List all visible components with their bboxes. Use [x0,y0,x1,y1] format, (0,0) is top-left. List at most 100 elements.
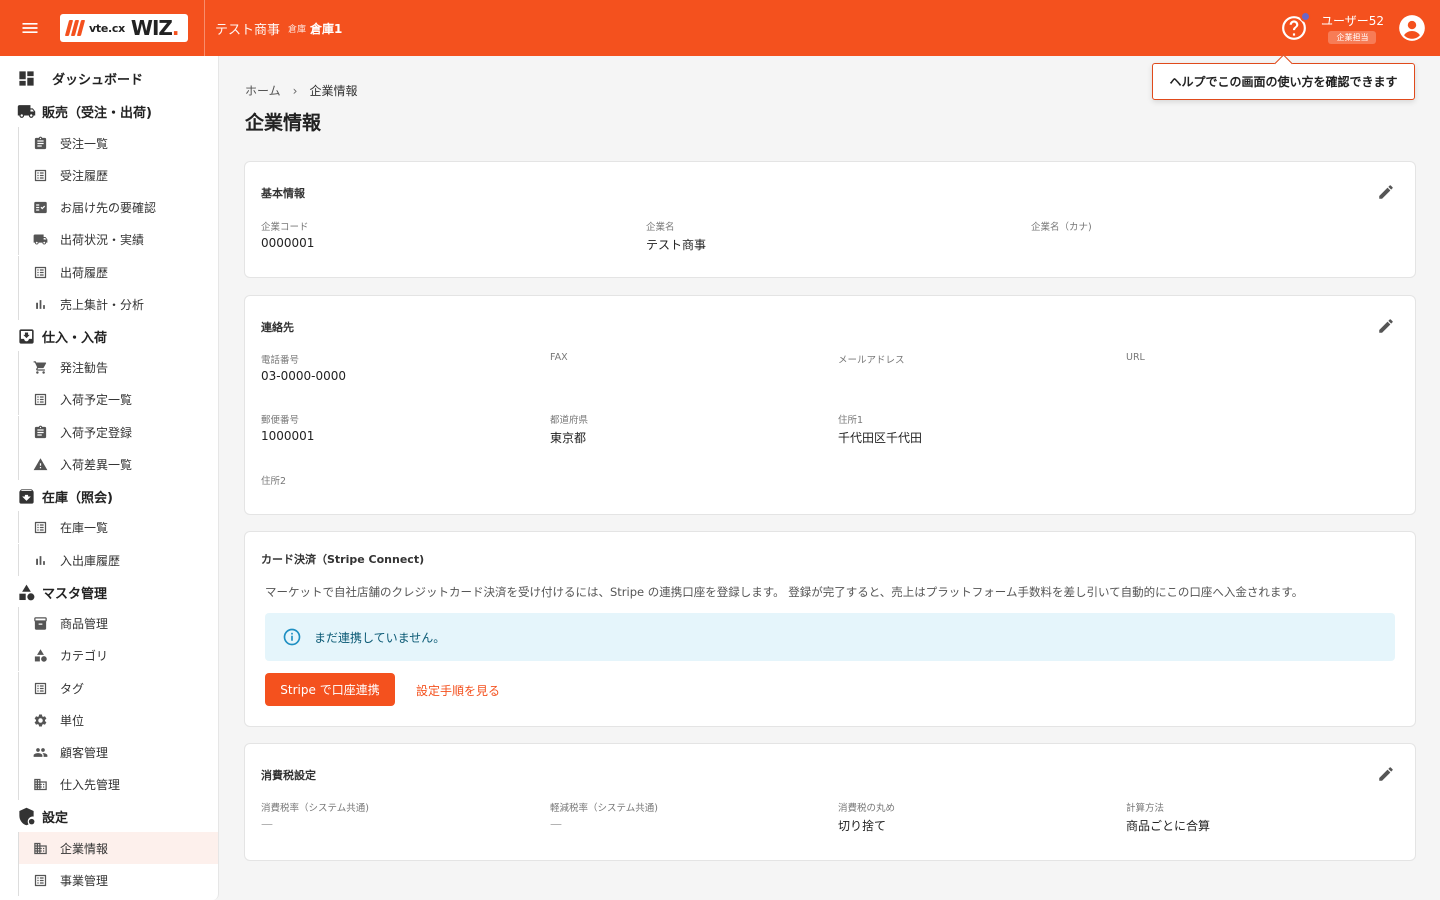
app-logo[interactable]: vte.cx WIZ. [60,14,188,42]
field-calc-method: 計算方法 商品ごとに合算 [1126,800,1210,834]
sidebar-item-arrival-diff[interactable]: 入荷差異一覧 [18,448,218,480]
sidebar-item-product[interactable]: 商品管理 [18,607,218,639]
stripe-connect-button[interactable]: Stripe で口座連携 [265,673,395,706]
notification-dot [1299,11,1311,22]
sidebar-item-stock-history[interactable]: 入出庫履歴 [18,544,218,576]
field-label: URL [1126,352,1145,363]
field-value: 千代田区千代田 [838,431,923,445]
logo-big-text: WIZ. [130,16,180,40]
sidebar-item-order-history[interactable]: 受注履歴 [18,159,218,191]
sidebar-item-label: 企業情報 [60,841,109,856]
sidebar-item-category[interactable]: カテゴリ [18,639,218,671]
sidebar-item-label: 仕入先管理 [60,777,121,792]
field-url: URL [1126,352,1145,366]
sidebar-group-stock[interactable]: 在庫（照会) [0,480,218,512]
sidebar-item-tag[interactable]: タグ [18,672,218,704]
sidebar-item-arrival-list[interactable]: 入荷予定一覧 [18,383,218,415]
sidebar-item-label: 受注一覧 [60,136,109,151]
list-alt-icon [32,391,48,407]
sidebar-item-customer[interactable]: 顧客管理 [18,736,218,768]
sidebar-group-label: 設定 [42,810,69,826]
field-value: 東京都 [550,431,587,445]
field-label: 企業名（カナ) [1031,222,1092,233]
sidebar-item-company-info[interactable]: 企業情報 [18,832,218,864]
warehouse-name[interactable]: 倉庫1 [310,20,342,37]
field-value: — [261,817,273,831]
admin-shield-icon [16,806,36,826]
help-tooltip: ヘルプでこの画面の使い方を確認できます [1152,63,1415,100]
sidebar-group-purchase[interactable]: 仕入・入荷 [0,320,218,352]
setup-guide-link[interactable]: 設定手順を見る [416,682,500,699]
sidebar-item-label: 入荷差異一覧 [60,457,133,472]
field-value: 商品ごとに合算 [1126,819,1211,833]
field-label: 郵便番号 [261,415,300,426]
field-tax-rate: 消費税率（システム共通) — [261,800,369,831]
edit-icon[interactable] [1377,765,1395,783]
sidebar-item-shipping-status[interactable]: 出荷状況・実績 [18,223,218,255]
field-label: 消費税率（システム共通) [261,803,369,814]
fact-check-icon [32,199,48,215]
sidebar-item-label: 出荷状況・実績 [60,232,145,247]
truck-icon [32,231,48,247]
page-title: 企業情報 [245,112,322,134]
breadcrumb-home[interactable]: ホーム [245,82,281,99]
sidebar-group-master[interactable]: マスタ管理 [0,576,218,608]
sidebar-item-order-recommend[interactable]: 発注勧告 [18,351,218,383]
header-divider [204,0,205,56]
sidebar-item-label: 出荷履歴 [60,265,109,280]
bar-chart-icon [32,552,48,568]
field-fax: FAX [550,352,568,366]
inventory-icon [32,615,48,631]
bar-chart-icon [32,296,48,312]
card-title: 連絡先 [261,321,294,334]
list-alt-icon [32,680,48,696]
sidebar-item-sales-analysis[interactable]: 売上集計・分析 [18,288,218,320]
field-label: FAX [550,352,568,363]
field-label: 計算方法 [1126,803,1165,814]
edit-icon[interactable] [1377,183,1395,201]
sidebar-item-shipping-history[interactable]: 出荷履歴 [18,256,218,288]
field-value: — [550,817,562,831]
logo-small-text: vte.cx [89,21,125,35]
company-name: テスト商事 [215,22,281,38]
edit-icon[interactable] [1377,317,1395,335]
sidebar-group-settings[interactable]: 設定 [0,800,218,832]
list-alt-icon [32,872,48,888]
sidebar-item-label: 単位 [60,713,85,728]
sidebar-item-delivery-check[interactable]: お届け先の要確認 [18,191,218,223]
field-label: 企業名 [646,222,675,233]
sidebar-item-label: ダッシュボード [52,72,144,88]
sidebar-item-label: 発注勧告 [60,360,109,375]
card-title: 消費税設定 [261,769,316,782]
sidebar-item-stock-list[interactable]: 在庫一覧 [18,511,218,543]
sidebar-item-label: 商品管理 [60,616,109,631]
field-label: 電話番号 [261,355,300,366]
sidebar-item-business[interactable]: 事業管理 [18,864,218,896]
business-icon [32,840,48,856]
breadcrumb: ホーム › 企業情報 [245,82,357,99]
field-value: テスト商事 [646,238,707,252]
sidebar-item-order-list[interactable]: 受注一覧 [18,127,218,159]
cart-icon [32,359,48,375]
sidebar-item-arrival-register[interactable]: 入荷予定登録 [18,416,218,448]
sidebar-group-sales[interactable]: 販売（受注・出荷) [0,95,218,127]
menu-icon[interactable] [0,0,60,56]
help-icon[interactable] [1281,11,1311,41]
breadcrumb-current: 企業情報 [309,84,358,98]
sidebar-item-dashboard[interactable]: ダッシュボード [0,62,218,94]
sidebar-item-label: 入荷予定一覧 [60,392,133,407]
assignment-icon [32,135,48,151]
breadcrumb-separator: › [292,83,298,98]
sidebar-item-label: 事業管理 [60,873,109,888]
sidebar-group-label: マスタ管理 [42,586,108,602]
list-alt-icon [32,167,48,183]
account-circle-icon[interactable] [1398,14,1426,42]
field-tax-rounding: 消費税の丸め 切り捨て [838,800,895,834]
sidebar-item-unit[interactable]: 単位 [18,704,218,736]
warning-icon [32,456,48,472]
user-info[interactable]: ユーザー52 企業担当 [1321,12,1384,44]
sidebar-item-supplier[interactable]: 仕入先管理 [18,768,218,800]
sidebar-item-label: 入荷予定登録 [60,425,133,440]
dashboard-icon [16,68,36,88]
field-value: 0000001 [261,236,315,250]
